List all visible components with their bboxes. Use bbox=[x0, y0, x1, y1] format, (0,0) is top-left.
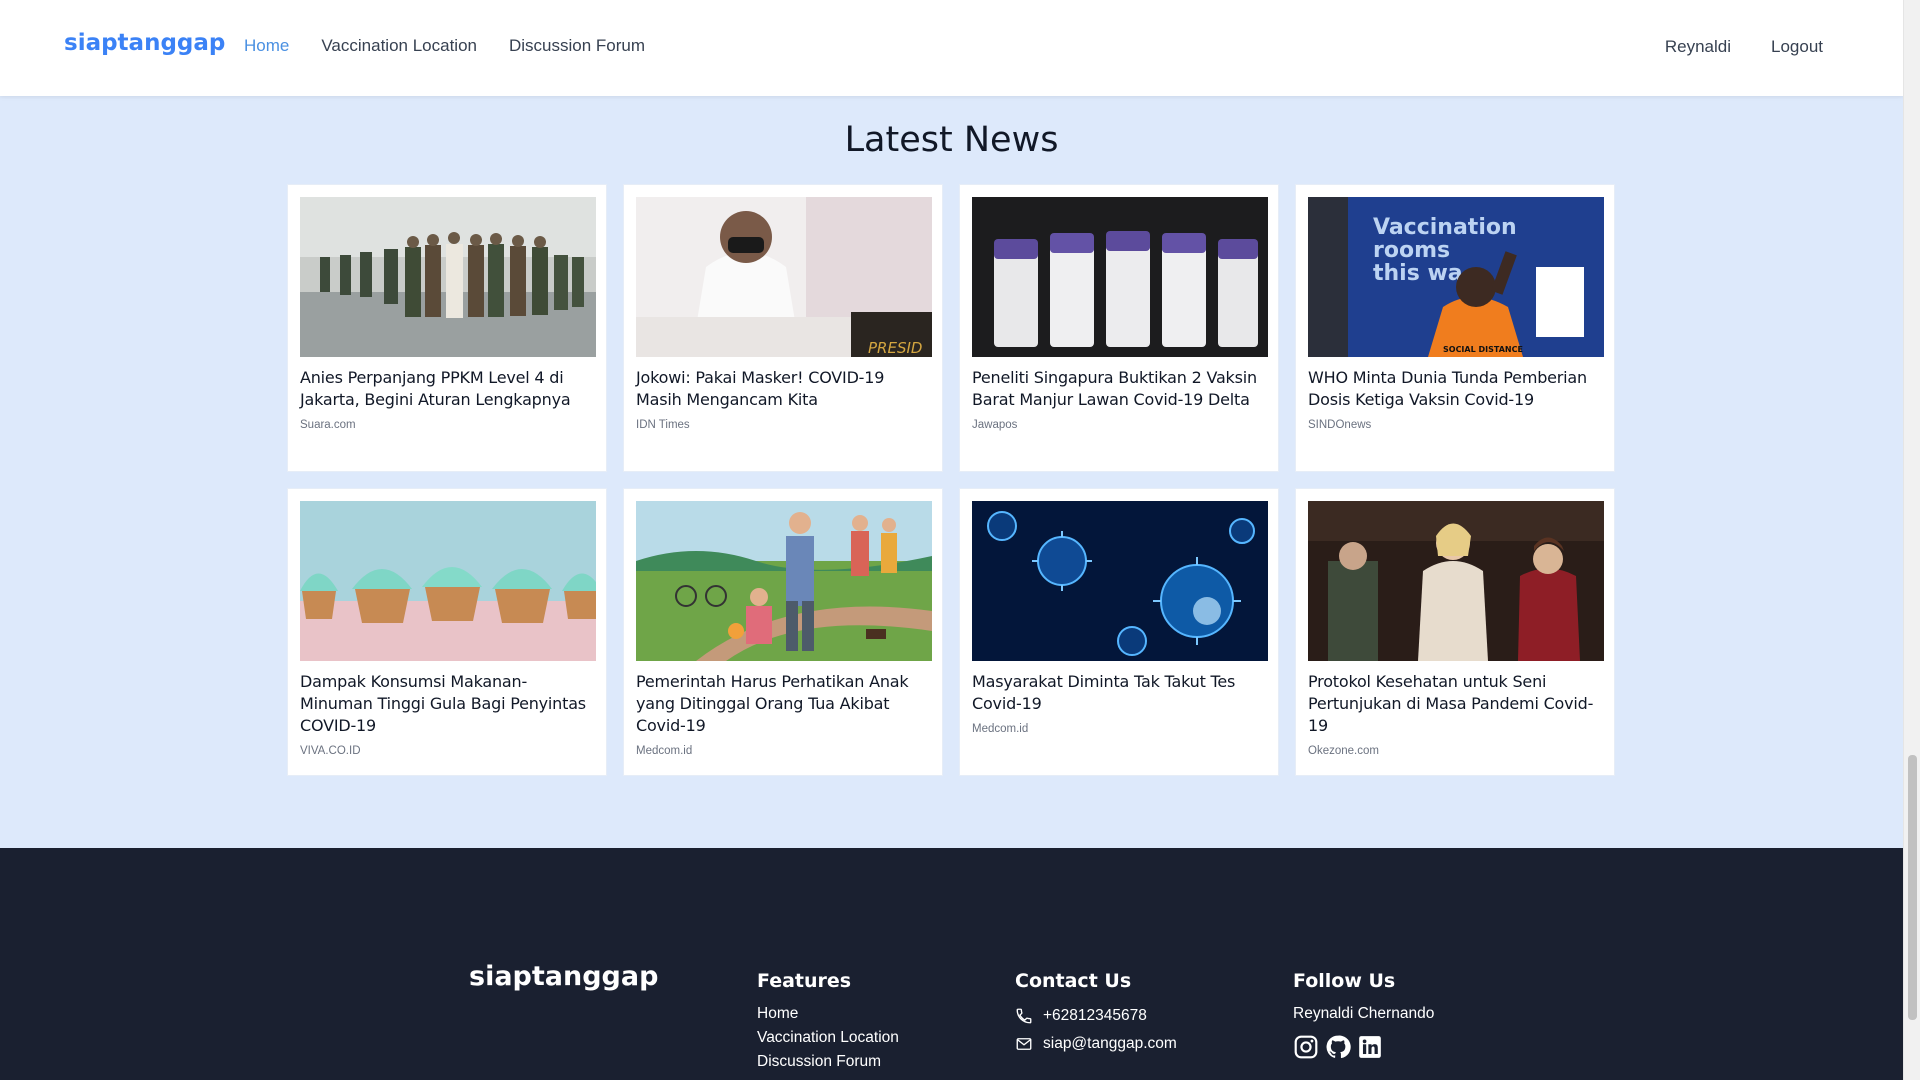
news-card[interactable]: Pemerintah Harus Perhatikan Anak yang Di… bbox=[623, 488, 943, 776]
news-image-ppkm bbox=[300, 197, 596, 357]
brand-logo[interactable]: siaptanggap bbox=[64, 30, 225, 56]
news-title[interactable]: Anies Perpanjang PPKM Level 4 di Jakarta… bbox=[300, 367, 594, 411]
footer: siaptanggap Features Home Vaccination Lo… bbox=[0, 848, 1903, 1080]
contact-email-row: siap@tanggap.com bbox=[1015, 1030, 1177, 1058]
linkedin-icon[interactable] bbox=[1357, 1034, 1383, 1060]
news-card[interactable]: Peneliti Singapura Buktikan 2 Vaksin Bar… bbox=[959, 184, 1279, 472]
news-source: Jawapos bbox=[972, 419, 1018, 431]
footer-link-vaccination-location[interactable]: Vaccination Location bbox=[757, 1026, 899, 1050]
news-title[interactable]: Dampak Konsumsi Makanan-Minuman Tinggi G… bbox=[300, 671, 594, 737]
news-image-children-park bbox=[636, 501, 932, 661]
news-card[interactable]: Anies Perpanjang PPKM Level 4 di Jakarta… bbox=[287, 184, 607, 472]
nav-link-vaccination-location[interactable]: Vaccination Location bbox=[321, 36, 477, 56]
mail-icon bbox=[1016, 1038, 1032, 1050]
news-card[interactable]: PRESID Jokowi: Pakai Masker! COVID-19 Ma… bbox=[623, 184, 943, 472]
news-source: VIVA.CO.ID bbox=[300, 745, 361, 757]
contact-phone[interactable]: +62812345678 bbox=[1043, 1007, 1147, 1025]
footer-contact: Contact Us +62812345678 siap@tanggap.com bbox=[1015, 970, 1177, 1058]
logout-link[interactable]: Logout bbox=[1771, 37, 1823, 57]
news-source: Medcom.id bbox=[972, 723, 1029, 735]
footer-features: Features Home Vaccination Location Discu… bbox=[757, 970, 899, 1074]
nav-link-discussion-forum[interactable]: Discussion Forum bbox=[509, 36, 645, 56]
news-card[interactable]: Vaccination rooms this wa SOCIAL DISTANC… bbox=[1295, 184, 1615, 472]
news-source: SINDOnews bbox=[1308, 419, 1372, 431]
news-grid: Anies Perpanjang PPKM Level 4 di Jakarta… bbox=[287, 184, 1615, 776]
news-title[interactable]: Pemerintah Harus Perhatikan Anak yang Di… bbox=[636, 671, 930, 737]
nav-user-area: Reynaldi Logout bbox=[1665, 37, 1823, 57]
news-title[interactable]: WHO Minta Dunia Tunda Pemberian Dosis Ke… bbox=[1308, 367, 1602, 411]
nav-link-home[interactable]: Home bbox=[244, 36, 289, 56]
news-source: IDN Times bbox=[636, 419, 690, 431]
contact-phone-row: +62812345678 bbox=[1015, 1002, 1177, 1030]
follow-name: Reynaldi Chernando bbox=[1293, 1005, 1435, 1022]
footer-follow: Follow Us Reynaldi Chernando bbox=[1293, 970, 1434, 1060]
news-title[interactable]: Peneliti Singapura Buktikan 2 Vaksin Bar… bbox=[972, 367, 1266, 411]
footer-brand: siaptanggap bbox=[469, 961, 659, 992]
image-caption-presid: PRESID bbox=[868, 339, 922, 357]
news-card[interactable]: Dampak Konsumsi Makanan-Minuman Tinggi G… bbox=[287, 488, 607, 776]
scrollbar-thumb[interactable] bbox=[1908, 755, 1917, 1020]
top-navbar: siaptanggap Home Vaccination Location Di… bbox=[0, 0, 1903, 96]
nav-links: Home Vaccination Location Discussion For… bbox=[244, 36, 645, 56]
news-image-performance bbox=[1308, 501, 1604, 661]
news-image-jokowi: PRESID bbox=[636, 197, 932, 357]
news-source: Medcom.id bbox=[636, 745, 693, 757]
news-title[interactable]: Protokol Kesehatan untuk Seni Pertunjuka… bbox=[1308, 671, 1602, 737]
phone-icon bbox=[1016, 1008, 1032, 1024]
news-title[interactable]: Masyarakat Diminta Tak Takut Tes Covid-1… bbox=[972, 671, 1266, 715]
news-card[interactable]: Protokol Kesehatan untuk Seni Pertunjuka… bbox=[1295, 488, 1615, 776]
contact-email[interactable]: siap@tanggap.com bbox=[1043, 1035, 1177, 1053]
page-scrollbar[interactable] bbox=[1903, 0, 1920, 1080]
image-sign-line-1: Vaccination bbox=[1373, 215, 1517, 240]
footer-contact-heading: Contact Us bbox=[1015, 970, 1132, 992]
news-title[interactable]: Jokowi: Pakai Masker! COVID-19 Masih Men… bbox=[636, 367, 930, 411]
image-vest-text: SOCIAL DISTANCE bbox=[1443, 345, 1523, 354]
instagram-icon[interactable] bbox=[1293, 1034, 1319, 1060]
footer-link-home[interactable]: Home bbox=[757, 1002, 899, 1026]
news-source: Suara.com bbox=[300, 419, 356, 431]
footer-features-heading: Features bbox=[757, 970, 852, 992]
nav-user-name[interactable]: Reynaldi bbox=[1665, 37, 1731, 57]
news-source: Okezone.com bbox=[1308, 745, 1379, 757]
footer-link-discussion-forum[interactable]: Discussion Forum bbox=[757, 1050, 899, 1074]
news-image-virus bbox=[972, 501, 1268, 661]
latest-news-heading: Latest News bbox=[844, 120, 1059, 160]
news-image-vaccine-vials bbox=[972, 197, 1268, 357]
social-icons bbox=[1293, 1034, 1434, 1060]
news-image-cupcakes bbox=[300, 501, 596, 661]
news-card[interactable]: Masyarakat Diminta Tak Takut Tes Covid-1… bbox=[959, 488, 1279, 776]
github-icon[interactable] bbox=[1325, 1034, 1351, 1060]
footer-follow-heading: Follow Us bbox=[1293, 970, 1396, 992]
news-image-vaccination-rooms: Vaccination rooms this wa SOCIAL DISTANC… bbox=[1308, 197, 1604, 357]
image-sign-line-2: rooms bbox=[1373, 238, 1450, 263]
image-sign-line-3: this wa bbox=[1373, 261, 1463, 286]
